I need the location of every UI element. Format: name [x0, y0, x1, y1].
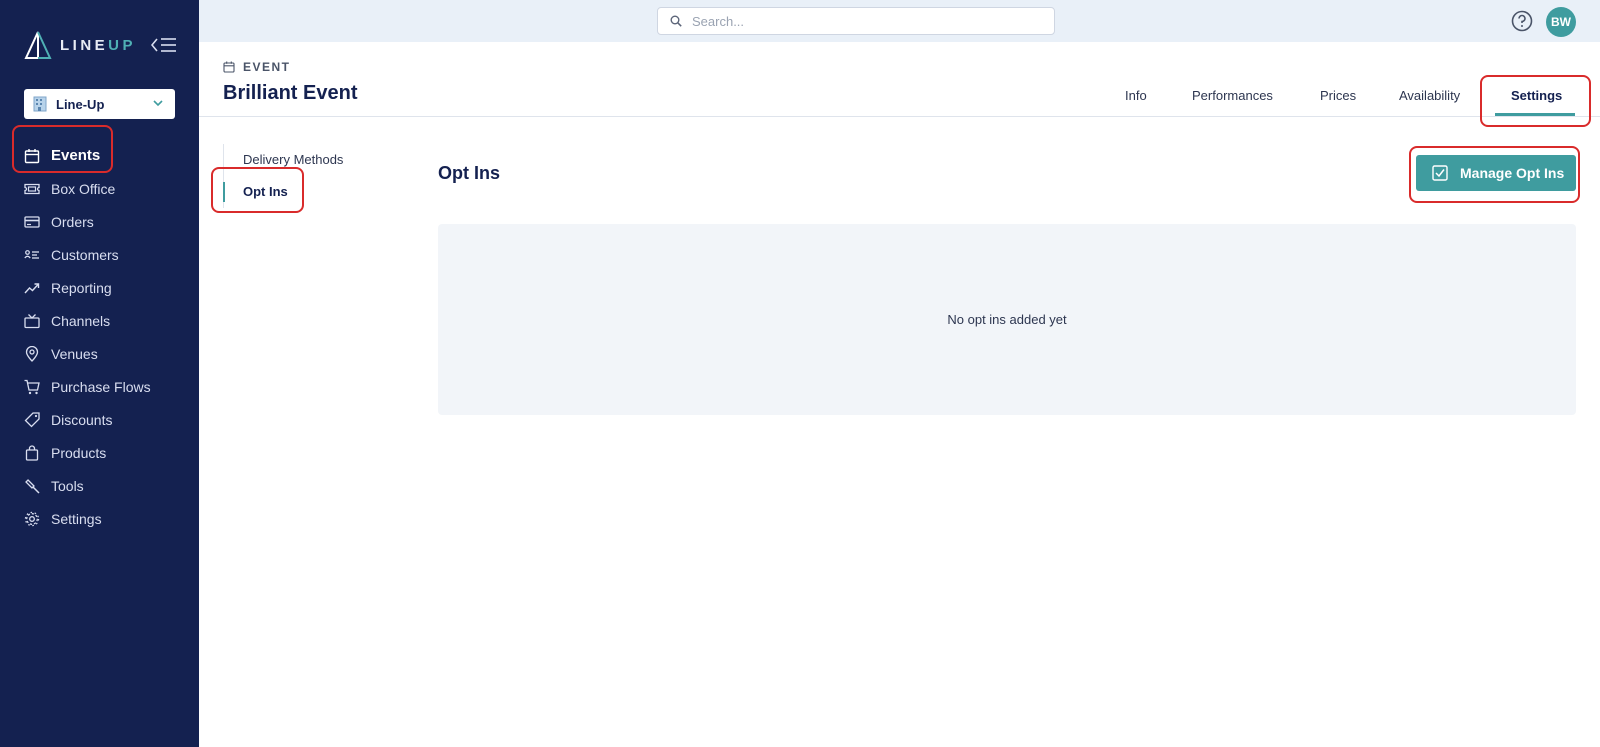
sidebar-item-channels[interactable]: Channels — [0, 304, 199, 337]
sidebar: LINEUP Line-Up Events Box Office Orders … — [0, 0, 199, 747]
cart-icon — [24, 379, 40, 395]
lineup-logo-mark-icon — [24, 31, 52, 59]
sidebar-item-label: Box Office — [51, 180, 116, 197]
sidebar-item-tools[interactable]: Tools — [0, 469, 199, 502]
sidebar-item-settings[interactable]: Settings — [0, 502, 199, 535]
section-title: Opt Ins — [438, 163, 500, 183]
sidebar-item-label: Venues — [51, 345, 98, 362]
tab-info[interactable]: Info — [1125, 88, 1147, 103]
tab-performances[interactable]: Performances — [1192, 88, 1273, 103]
collapse-sidebar-icon[interactable] — [150, 36, 177, 54]
building-icon — [33, 96, 47, 112]
manage-opt-ins-button[interactable]: Manage Opt Ins — [1416, 155, 1576, 191]
ticket-icon — [24, 181, 40, 197]
top-bar: BW — [199, 0, 1600, 42]
tab-settings[interactable]: Settings — [1511, 88, 1562, 103]
sidebar-item-purchase-flows[interactable]: Purchase Flows — [0, 370, 199, 403]
manage-opt-ins-label: Manage Opt Ins — [1460, 165, 1565, 181]
logo-text: LINEUP — [60, 36, 137, 54]
organization-name: Line-Up — [56, 96, 105, 112]
tab-prices[interactable]: Prices — [1320, 88, 1356, 103]
sidebar-item-products[interactable]: Products — [0, 436, 199, 469]
sidebar-item-orders[interactable]: Orders — [0, 205, 199, 238]
tag-icon — [24, 411, 40, 428]
sidebar-item-customers[interactable]: Customers — [0, 238, 199, 271]
sidebar-item-label: Products — [51, 444, 107, 461]
sidebar-item-label: Discounts — [51, 411, 113, 428]
tab-availability[interactable]: Availability — [1399, 88, 1460, 103]
sidebar-item-label: Events — [51, 147, 101, 164]
trend-chart-icon — [24, 280, 40, 296]
gear-icon — [24, 511, 40, 527]
subnav-item-opt-ins[interactable]: Opt Ins — [223, 176, 343, 208]
hammer-icon — [24, 478, 40, 494]
empty-state-panel: No opt ins added yet — [438, 224, 1576, 415]
lineup-logo[interactable]: LINEUP — [24, 30, 136, 60]
sidebar-nav: Events Box Office Orders Customers Repor… — [0, 139, 199, 535]
tv-icon — [24, 313, 40, 329]
sidebar-item-venues[interactable]: Venues — [0, 337, 199, 370]
page-header: EVENT Brilliant Event Info Performances … — [199, 42, 1600, 117]
sidebar-item-label: Customers — [51, 246, 119, 263]
sidebar-item-discounts[interactable]: Discounts — [0, 403, 199, 436]
subnav-item-delivery-methods[interactable]: Delivery Methods — [223, 144, 343, 176]
active-tab-indicator — [1495, 113, 1575, 116]
checkbox-icon — [1432, 165, 1448, 181]
chevron-down-icon — [153, 100, 163, 107]
sidebar-item-label: Settings — [51, 510, 102, 527]
event-tabs: Info Performances Prices Availability Se… — [199, 42, 1600, 117]
organization-select[interactable]: Line-Up — [24, 89, 175, 119]
settings-subnav: Delivery Methods Opt Ins — [223, 144, 343, 208]
sidebar-item-label: Purchase Flows — [51, 378, 151, 395]
sidebar-item-label: Channels — [51, 312, 111, 329]
map-pin-icon — [24, 345, 40, 362]
sidebar-item-label: Tools — [51, 477, 84, 494]
sidebar-item-box-office[interactable]: Box Office — [0, 172, 199, 205]
calendar-icon — [24, 148, 40, 164]
bag-icon — [24, 444, 40, 461]
sidebar-item-reporting[interactable]: Reporting — [0, 271, 199, 304]
search-input[interactable] — [692, 13, 1032, 29]
help-icon[interactable] — [1511, 10, 1533, 32]
user-avatar[interactable]: BW — [1546, 7, 1576, 37]
search-icon — [670, 15, 682, 27]
customers-list-icon — [24, 247, 40, 263]
empty-state-message: No opt ins added yet — [947, 312, 1067, 327]
credit-card-icon — [24, 214, 40, 230]
sidebar-item-label: Orders — [51, 213, 94, 230]
sidebar-item-label: Reporting — [51, 279, 112, 296]
search-box[interactable] — [657, 7, 1055, 35]
sidebar-item-events[interactable]: Events — [0, 139, 199, 172]
